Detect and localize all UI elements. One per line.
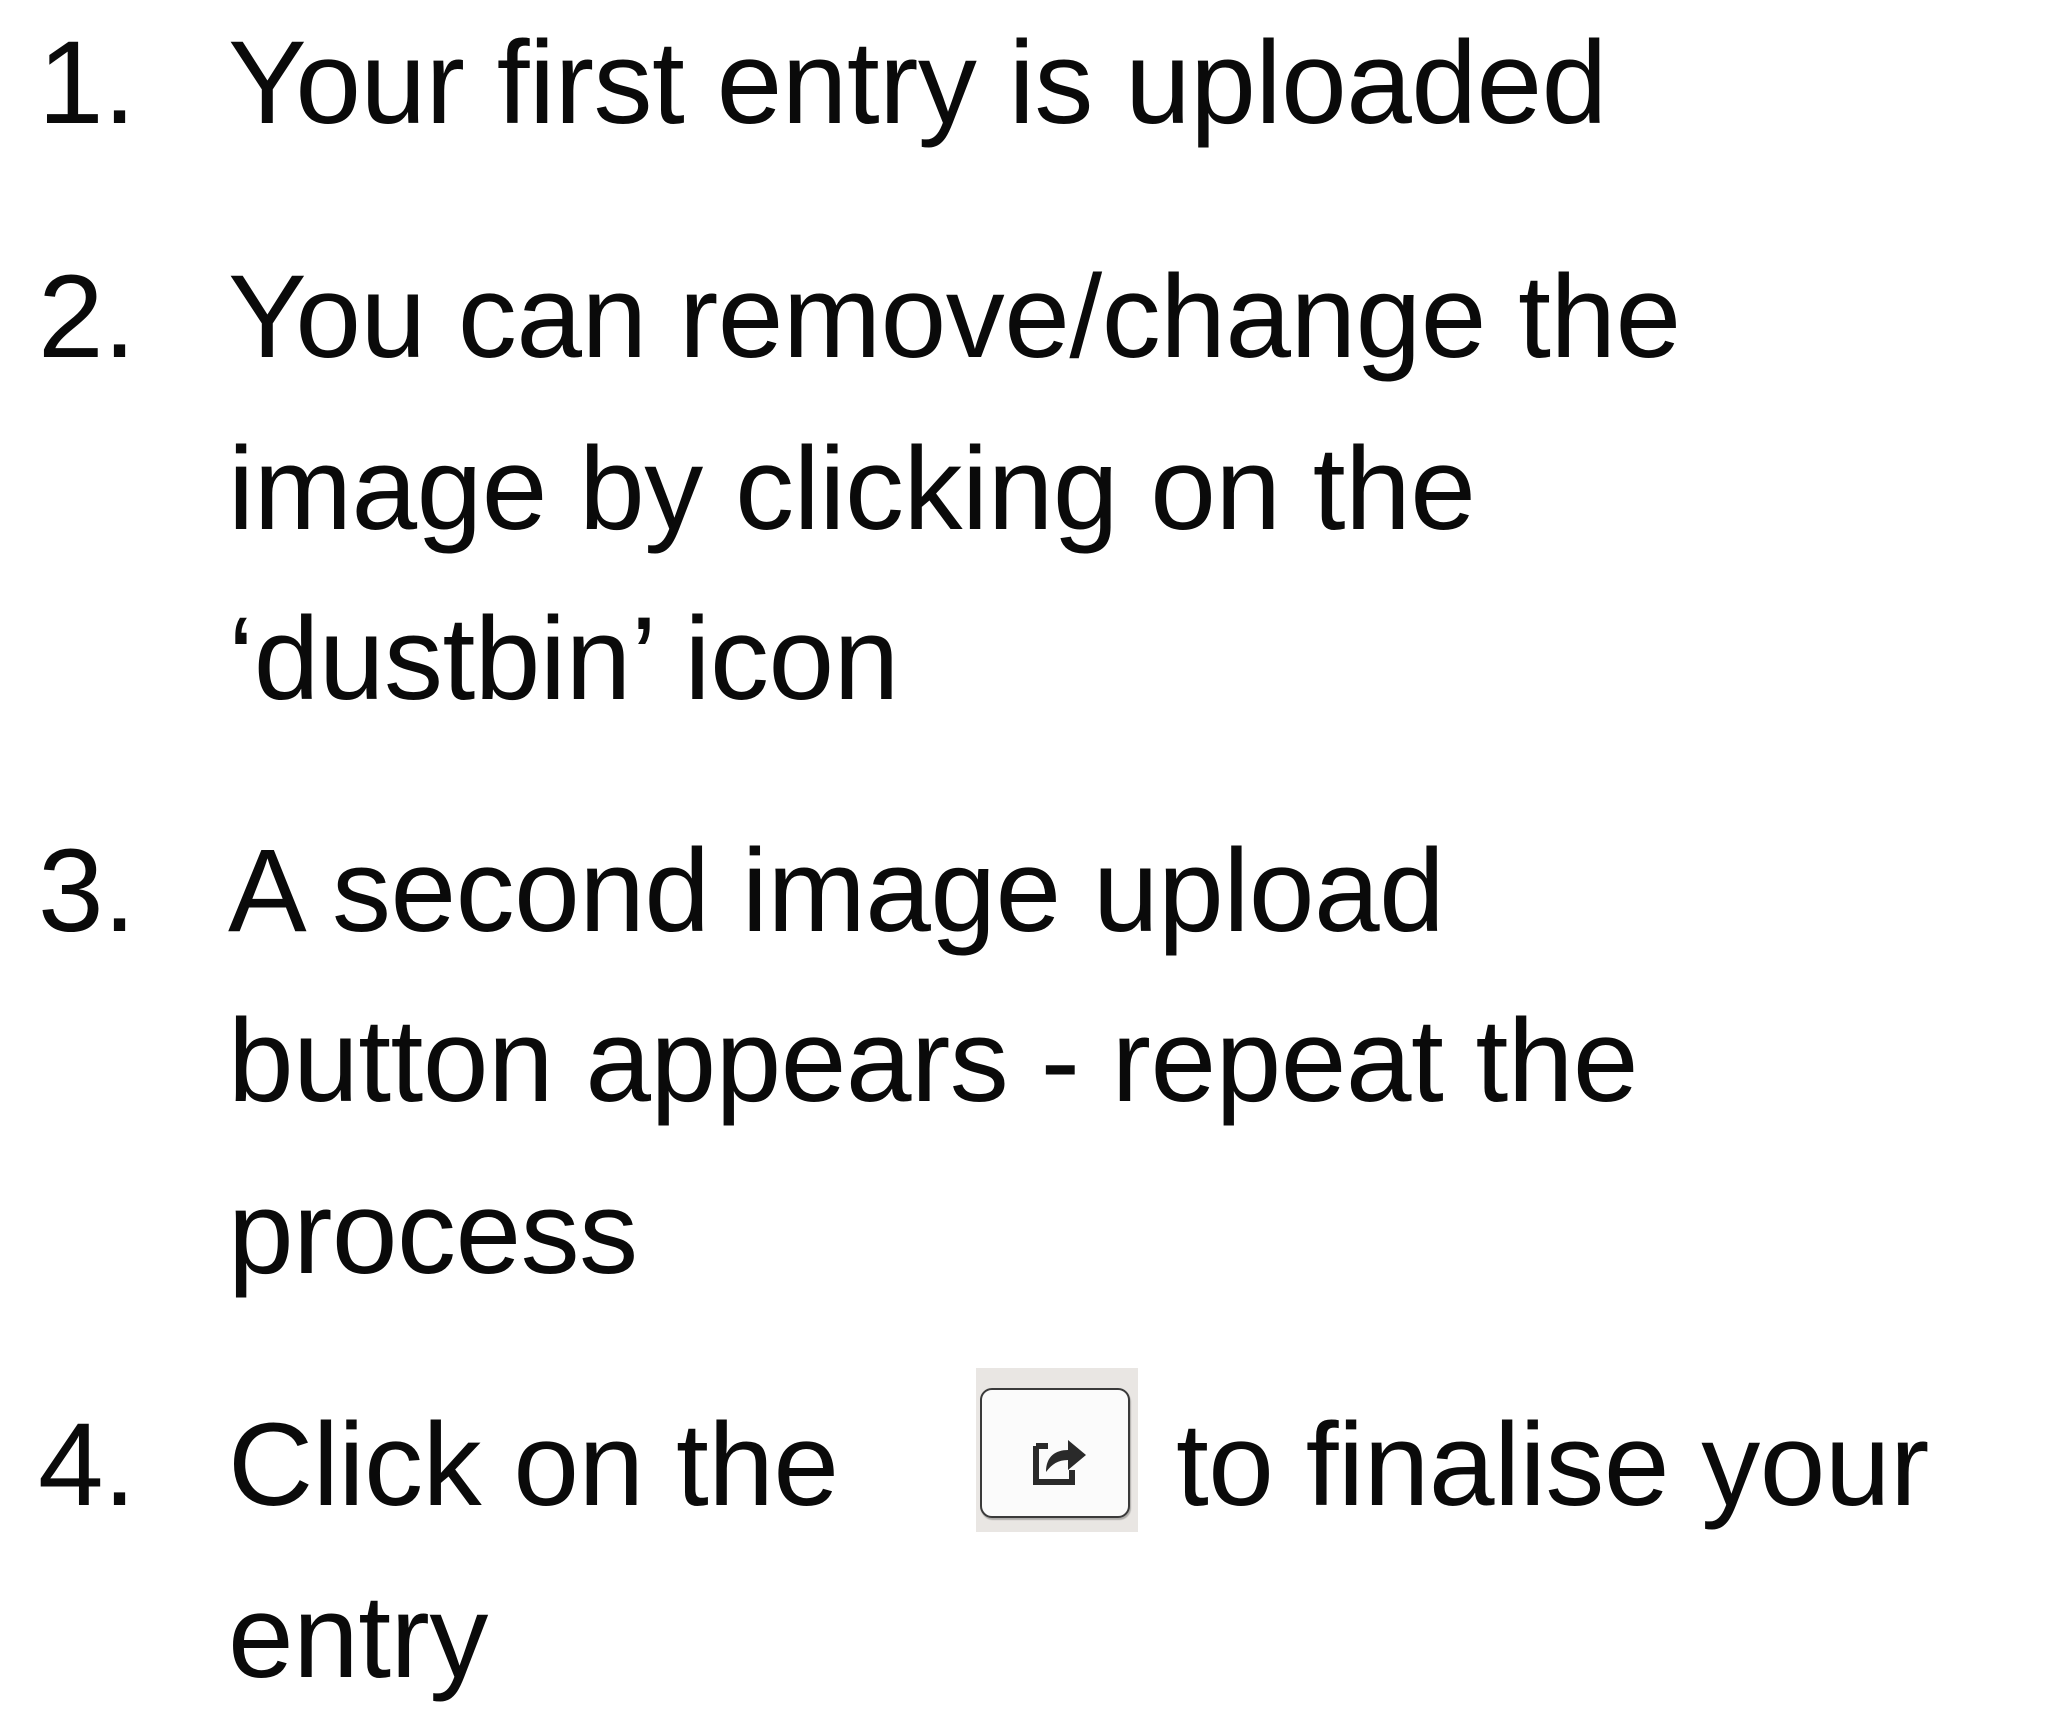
step-4-text-line-2: entry	[228, 1571, 488, 1703]
step-4-number: 4.	[38, 1399, 136, 1531]
step-4-text-after-icon: to finalise your	[1176, 1399, 1929, 1531]
step-4-text-before-icon: Click on the	[228, 1399, 839, 1531]
step-2-text-line-3: ‘dustbin’ icon	[228, 593, 899, 725]
step-1-text: Your first entry is uploaded	[228, 17, 1607, 149]
step-3-text-line-3: process	[228, 1167, 638, 1299]
share-button-screenshot	[976, 1368, 1138, 1532]
step-2-number: 2.	[38, 251, 136, 383]
instructions-list: 1. Your first entry is uploaded 2. You c…	[0, 0, 2065, 1716]
step-2-text-line-2: image by clicking on the	[228, 423, 1476, 555]
step-1-number: 1.	[38, 17, 136, 149]
share-button	[980, 1388, 1130, 1518]
step-3-text-line-2: button appears - repeat the	[228, 995, 1639, 1127]
step-3-number: 3.	[38, 825, 136, 957]
step-2-text-line-1: You can remove/change the	[228, 251, 1681, 383]
step-3-text-line-1: A second image upload	[228, 825, 1445, 957]
share-arrow-icon	[1033, 1440, 1086, 1485]
